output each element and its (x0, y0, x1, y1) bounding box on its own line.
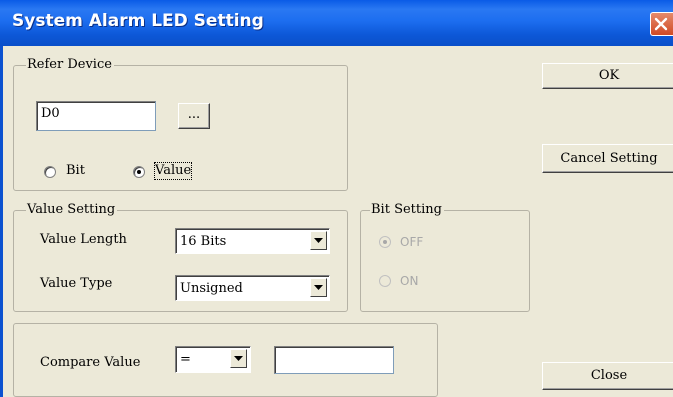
value-radio-label: Value (153, 162, 193, 180)
title-bar: System Alarm LED Setting (0, 0, 673, 46)
chevron-down-icon (314, 238, 323, 243)
value-setting-legend: Value Setting (26, 202, 118, 218)
cancel-setting-button[interactable]: Cancel Setting (542, 144, 673, 173)
value-radio[interactable] (133, 166, 145, 178)
compare-operator-select[interactable]: = (175, 346, 251, 373)
value-type-dropdown-button[interactable] (310, 278, 327, 297)
compare-value-input[interactable] (274, 346, 394, 374)
compare-operator-value: = (180, 352, 191, 367)
window-close-button[interactable] (650, 12, 673, 36)
value-type-label: Value Type (40, 276, 113, 291)
close-icon (654, 17, 668, 31)
value-length-label: Value Length (40, 232, 127, 247)
bit-radio[interactable] (44, 166, 56, 178)
close-button[interactable]: Close (542, 362, 673, 390)
value-length-select[interactable]: 16 Bits (175, 228, 330, 254)
device-input[interactable]: D0 (36, 101, 156, 131)
bit-radio-label: Bit (66, 163, 85, 178)
value-length-dropdown-button[interactable] (310, 231, 327, 250)
on-radio-label: ON (400, 274, 419, 288)
off-radio-label: OFF (400, 235, 424, 249)
chevron-down-icon (234, 356, 243, 361)
value-type-value: Unsigned (180, 281, 243, 296)
value-length-value: 16 Bits (180, 234, 227, 249)
compare-operator-dropdown-button[interactable] (230, 349, 247, 368)
compare-value-label: Compare Value (40, 355, 141, 370)
browse-device-button[interactable]: ... (178, 103, 210, 129)
refer-device-legend: Refer Device (26, 57, 114, 73)
value-type-select[interactable]: Unsigned (175, 275, 330, 301)
bit-setting-group: Bit Setting (360, 202, 530, 312)
off-radio[interactable] (379, 236, 391, 248)
window-title: System Alarm LED Setting (12, 11, 264, 31)
on-radio[interactable] (379, 275, 391, 287)
chevron-down-icon (314, 285, 323, 290)
bit-setting-legend: Bit Setting (370, 202, 444, 218)
ok-button[interactable]: OK (542, 63, 673, 89)
dialog-body: Refer Device D0 ... Bit Value Value Sett… (0, 46, 673, 397)
